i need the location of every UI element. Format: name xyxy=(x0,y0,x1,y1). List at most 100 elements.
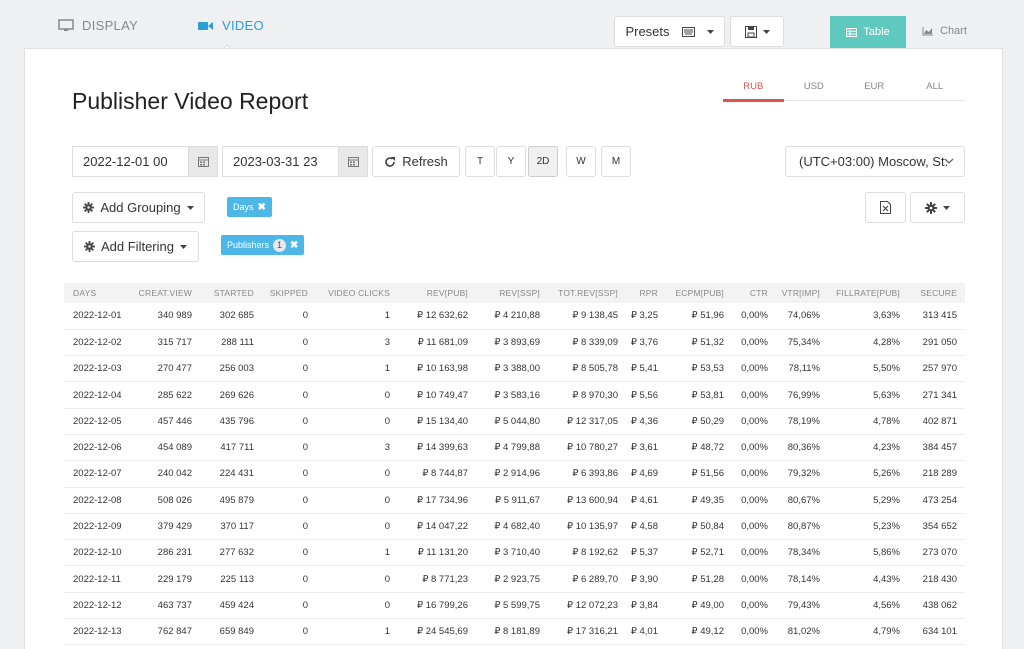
column-header[interactable]: RPR xyxy=(626,283,666,303)
date-to-field[interactable]: 2023-03-31 23 xyxy=(222,146,368,177)
timezone-value: (UTC+03:00) Moscow, St. xyxy=(799,154,949,169)
table-cell: 4,43% xyxy=(828,565,908,593)
table-row: 2022-12-13 762 847 659 849 0 1 ₽ 24 545,69 ₽ 8… xyxy=(64,618,965,646)
table-cell: 3 xyxy=(316,434,398,462)
table-cell: 75,34% xyxy=(776,329,828,357)
table-cell: ₽ 50,84 xyxy=(666,513,732,541)
table-cell: 0,00% xyxy=(732,565,776,593)
table-cell: 4,79% xyxy=(828,618,908,646)
close-icon[interactable]: ✖ xyxy=(258,202,266,213)
currency-tab-eur[interactable]: EUR xyxy=(844,81,905,100)
tab-display-label: DISPLAY xyxy=(82,18,139,33)
calendar-icon[interactable] xyxy=(338,147,367,176)
currency-tab-rub[interactable]: RUB xyxy=(723,81,784,102)
table-cell: 0,00% xyxy=(732,355,776,383)
table-header-row: DAYS CREAT.VIEW STARTED SKIPPED VIDEO CLICKS… xyxy=(64,283,965,303)
table-cell: ₽ 15 134,40 xyxy=(398,408,476,435)
refresh-button[interactable]: Refresh xyxy=(372,146,460,177)
column-header[interactable]: CTR xyxy=(732,283,776,303)
column-header[interactable]: VIDEO CLICKS xyxy=(316,283,398,303)
table-cell: 0,00% xyxy=(732,487,776,514)
save-dropdown[interactable] xyxy=(730,16,784,47)
table-cell: 2022-12-12 xyxy=(64,592,134,620)
table-icon xyxy=(846,27,858,37)
table-cell: ₽ 2 914,96 xyxy=(476,460,548,488)
video-camera-icon xyxy=(198,21,213,30)
table-cell: 370 117 xyxy=(200,513,262,541)
column-header[interactable]: REV[PUB] xyxy=(398,283,476,303)
period-button-t[interactable]: T xyxy=(465,146,495,177)
table-cell: 508 026 xyxy=(134,487,200,514)
add-filtering-label: Add Filtering xyxy=(101,239,174,254)
table-view-button[interactable]: Table xyxy=(830,16,906,48)
table-cell: ₽ 5,37 xyxy=(626,539,666,567)
date-to-value[interactable]: 2023-03-31 23 xyxy=(223,147,338,176)
table-cell: 78,34% xyxy=(776,539,828,567)
currency-tab-all[interactable]: ALL xyxy=(905,81,966,100)
column-header[interactable]: VTR[IMP] xyxy=(776,283,828,303)
caret-down-icon xyxy=(943,205,950,210)
table-cell: ₽ 5 599,75 xyxy=(476,592,548,620)
table-cell: 4,28% xyxy=(828,329,908,357)
table-cell: ₽ 10 135,97 xyxy=(548,513,626,541)
table-cell: 2022-12-10 xyxy=(64,539,134,567)
presets-dropdown[interactable]: Presets xyxy=(614,16,725,47)
column-header[interactable]: ECPM[PUB] xyxy=(666,283,732,303)
table-cell: ₽ 11 131,20 xyxy=(398,539,476,567)
filter-chip-publishers[interactable]: Publishers 1 ✖ xyxy=(221,235,305,255)
table-cell: 0 xyxy=(262,329,316,357)
column-header[interactable]: TOT.REV[SSP] xyxy=(548,283,626,303)
date-from-field[interactable]: 2022-12-01 00 xyxy=(72,146,218,177)
table-cell: ₽ 6 289,70 xyxy=(548,565,626,593)
table-cell: 286 231 xyxy=(134,539,200,567)
caret-down-icon xyxy=(706,29,714,34)
caret-down-icon xyxy=(762,29,770,34)
calendar-icon[interactable] xyxy=(188,147,217,176)
currency-tab-usd[interactable]: USD xyxy=(784,81,845,100)
table-cell: 2022-12-07 xyxy=(64,460,134,488)
table-cell: 4,56% xyxy=(828,592,908,620)
column-header[interactable]: SECURE xyxy=(908,283,965,303)
table-cell: ₽ 53,53 xyxy=(666,355,732,383)
page-title: Publisher Video Report xyxy=(72,88,309,114)
period-button-2d[interactable]: 2D xyxy=(528,146,558,177)
table-cell: 379 429 xyxy=(134,513,200,541)
table-cell: ₽ 3 710,40 xyxy=(476,539,548,567)
tab-video[interactable]: VIDEO xyxy=(198,18,264,33)
table-cell: ₽ 12 317,05 xyxy=(548,408,626,435)
export-excel-button[interactable] xyxy=(865,192,906,223)
table-cell: 0 xyxy=(316,513,398,541)
period-button-m[interactable]: M xyxy=(601,146,631,177)
table-cell: 224 431 xyxy=(200,460,262,488)
column-header[interactable]: STARTED xyxy=(200,283,262,303)
tab-display[interactable]: DISPLAY xyxy=(58,18,138,33)
table-cell: 438 062 xyxy=(908,592,965,620)
period-button-y[interactable]: Y xyxy=(496,146,526,177)
caret-down-icon xyxy=(186,205,194,210)
column-header[interactable]: DAYS xyxy=(64,283,134,303)
table-cell: ₽ 8 505,78 xyxy=(548,355,626,383)
table-cell: ₽ 5,56 xyxy=(626,381,666,409)
table-cell: ₽ 3,25 xyxy=(626,303,666,330)
table-cell: ₽ 48,72 xyxy=(666,434,732,462)
add-filtering-button[interactable]: Add Filtering xyxy=(72,231,199,262)
report-table: DAYS CREAT.VIEW STARTED SKIPPED VIDEO CLICKS… xyxy=(64,283,965,646)
table-cell: ₽ 3,61 xyxy=(626,434,666,462)
table-settings-dropdown[interactable] xyxy=(910,192,965,223)
table-cell: 0 xyxy=(262,355,316,383)
column-header[interactable]: FILLRATE[PUB] xyxy=(828,283,908,303)
add-grouping-button[interactable]: Add Grouping xyxy=(72,192,205,223)
table-cell: 0 xyxy=(262,303,316,330)
date-from-value[interactable]: 2022-12-01 00 xyxy=(73,147,188,176)
close-icon[interactable]: ✖ xyxy=(290,240,298,251)
table-cell: ₽ 17 734,96 xyxy=(398,487,476,514)
chart-view-button[interactable]: Chart xyxy=(922,25,967,37)
column-header[interactable]: REV[SSP] xyxy=(476,283,548,303)
column-header[interactable]: SKIPPED xyxy=(262,283,316,303)
period-button-w[interactable]: W xyxy=(566,146,596,177)
timezone-select[interactable]: (UTC+03:00) Moscow, St. xyxy=(785,146,965,177)
table-cell: 634 101 xyxy=(908,618,965,646)
column-header[interactable]: CREAT.VIEW xyxy=(134,283,200,303)
grouping-chip-days[interactable]: Days ✖ xyxy=(227,197,272,217)
table-cell: 2022-12-09 xyxy=(64,513,134,541)
